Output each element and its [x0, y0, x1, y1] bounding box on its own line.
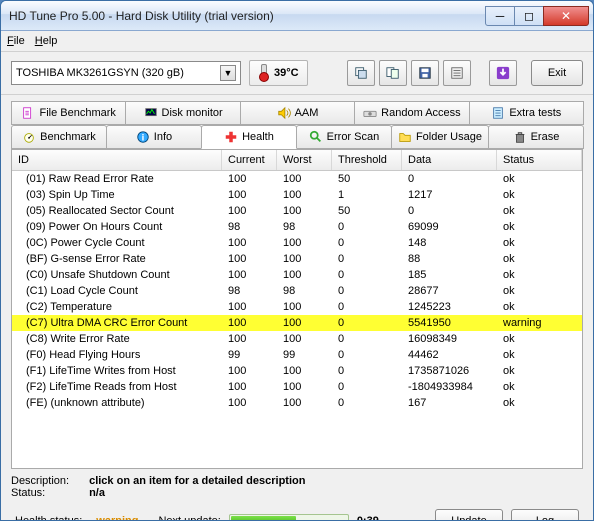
- smart-table[interactable]: ID Current Worst Threshold Data Status (…: [12, 150, 582, 468]
- tab-extra-tests[interactable]: Extra tests: [469, 101, 584, 125]
- table-row[interactable]: (BF) G-sense Error Rate100100088ok: [12, 251, 582, 267]
- tab-health[interactable]: Health: [201, 125, 297, 149]
- close-button[interactable]: ✕: [543, 6, 589, 26]
- tab-file-benchmark[interactable]: File Benchmark: [11, 101, 126, 125]
- table-row[interactable]: (FE) (unknown attribute)1001000167ok: [12, 395, 582, 411]
- tab-info[interactable]: iInfo: [106, 125, 202, 149]
- maximize-button[interactable]: ◻: [514, 6, 544, 26]
- status-label: Status:: [11, 487, 45, 499]
- chevron-down-icon[interactable]: ▼: [220, 65, 236, 81]
- health-panel: ID Current Worst Threshold Data Status (…: [11, 149, 583, 469]
- col-current[interactable]: Current: [222, 150, 277, 170]
- countdown-progress: [229, 514, 349, 521]
- table-row[interactable]: (C8) Write Error Rate100100016098349ok: [12, 331, 582, 347]
- temperature-value: 39°C: [274, 67, 299, 79]
- drive-select-value: TOSHIBA MK3261GSYN (320 gB): [16, 67, 220, 79]
- table-row[interactable]: (F0) Head Flying Hours9999044462ok: [12, 347, 582, 363]
- download-button[interactable]: [489, 60, 517, 86]
- col-threshold[interactable]: Threshold: [332, 150, 402, 170]
- tab-benchmark[interactable]: Benchmark: [11, 125, 107, 149]
- table-row[interactable]: (01) Raw Read Error Rate100100500ok: [12, 171, 582, 187]
- window-title: HD Tune Pro 5.00 - Hard Disk Utility (tr…: [9, 9, 486, 23]
- health-status-label: Health status:: [15, 515, 82, 521]
- toolbar: TOSHIBA MK3261GSYN (320 gB) ▼ 39°C Exit: [1, 51, 593, 95]
- health-status-value: warning: [96, 515, 138, 521]
- tab-error-scan[interactable]: Error Scan: [296, 125, 392, 149]
- table-row[interactable]: (F2) LifeTime Reads from Host1001000-180…: [12, 379, 582, 395]
- tab-erase[interactable]: Erase: [488, 125, 584, 149]
- tab-disk-monitor[interactable]: Disk monitor: [125, 101, 240, 125]
- tab-strip: File BenchmarkDisk monitorAAMRandom Acce…: [1, 95, 593, 149]
- drive-select[interactable]: TOSHIBA MK3261GSYN (320 gB) ▼: [11, 61, 241, 85]
- table-row[interactable]: (C2) Temperature10010001245223ok: [12, 299, 582, 315]
- table-row[interactable]: (C1) Load Cycle Count9898028677ok: [12, 283, 582, 299]
- menubar: File Help: [1, 31, 593, 51]
- countdown-timer: 0:39: [357, 515, 379, 521]
- description-value: click on an item for a detailed descript…: [89, 475, 305, 487]
- description-label: Description:: [11, 475, 69, 487]
- table-header: ID Current Worst Threshold Data Status: [12, 150, 582, 171]
- options-button[interactable]: [443, 60, 471, 86]
- update-button[interactable]: Update: [435, 509, 503, 521]
- minimize-button[interactable]: ─: [485, 6, 515, 26]
- menu-file[interactable]: File: [7, 35, 25, 47]
- tab-aam[interactable]: AAM: [240, 101, 355, 125]
- description-block: Description: Status: click on an item fo…: [1, 469, 593, 501]
- tab-folder-usage[interactable]: Folder Usage: [391, 125, 489, 149]
- table-row[interactable]: (0C) Power Cycle Count1001000148ok: [12, 235, 582, 251]
- copy-screenshot-button[interactable]: [347, 60, 375, 86]
- next-update-label: Next update:: [158, 515, 220, 521]
- table-row[interactable]: (03) Spin Up Time10010011217ok: [12, 187, 582, 203]
- exit-button[interactable]: Exit: [531, 60, 583, 86]
- table-row[interactable]: (09) Power On Hours Count9898069099ok: [12, 219, 582, 235]
- save-button[interactable]: [411, 60, 439, 86]
- app-window: HD Tune Pro 5.00 - Hard Disk Utility (tr…: [0, 0, 594, 521]
- table-row[interactable]: (C0) Unsafe Shutdown Count1001000185ok: [12, 267, 582, 283]
- col-worst[interactable]: Worst: [277, 150, 332, 170]
- log-button[interactable]: Log: [511, 509, 579, 521]
- svg-text:i: i: [141, 133, 144, 144]
- table-row[interactable]: (05) Reallocated Sector Count100100500ok: [12, 203, 582, 219]
- titlebar[interactable]: HD Tune Pro 5.00 - Hard Disk Utility (tr…: [1, 1, 593, 31]
- thermometer-icon: [258, 64, 268, 82]
- menu-help[interactable]: Help: [35, 35, 58, 47]
- col-status[interactable]: Status: [497, 150, 582, 170]
- col-id[interactable]: ID: [12, 150, 222, 170]
- table-row[interactable]: (C7) Ultra DMA CRC Error Count1001000554…: [12, 315, 582, 331]
- col-data[interactable]: Data: [402, 150, 497, 170]
- table-row[interactable]: (F1) LifeTime Writes from Host1001000173…: [12, 363, 582, 379]
- footer: Health status: warning Next update: 0:39…: [1, 501, 593, 521]
- status-value: n/a: [89, 487, 305, 499]
- tab-random-access[interactable]: Random Access: [354, 101, 469, 125]
- copy-info-button[interactable]: [379, 60, 407, 86]
- temperature-indicator: 39°C: [249, 60, 308, 86]
